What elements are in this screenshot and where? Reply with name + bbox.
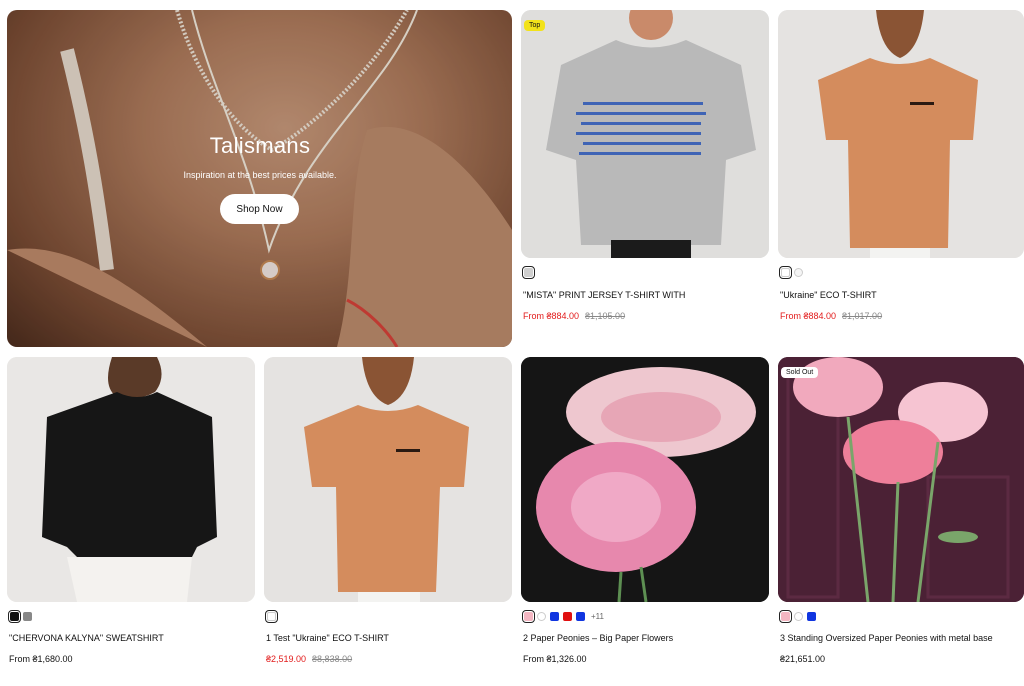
- product-photo: [521, 10, 769, 258]
- product-price: From ₴884.00 ₴1,105.00: [523, 311, 625, 321]
- product-title[interactable]: 3 Standing Oversized Paper Peonies with …: [780, 633, 993, 643]
- more-colors-count[interactable]: +11: [591, 612, 604, 621]
- color-swatches: [522, 266, 535, 279]
- sale-price: From ₴884.00: [780, 311, 837, 321]
- product-image[interactable]: [521, 357, 769, 602]
- hero-subtitle: Inspiration at the best prices available…: [183, 170, 337, 180]
- color-swatch[interactable]: [563, 612, 572, 621]
- old-price: ₴1,017.00: [842, 311, 883, 321]
- color-swatches: [779, 610, 816, 623]
- color-swatches: +11: [522, 610, 604, 623]
- product-price: From ₴1,680.00: [9, 654, 73, 664]
- product-image[interactable]: [7, 357, 255, 602]
- color-swatch[interactable]: [779, 610, 792, 623]
- product-photo: [778, 10, 1024, 258]
- color-swatch[interactable]: [522, 266, 535, 279]
- product-price: From ₴884.00 ₴1,017.00: [780, 311, 882, 321]
- price: From ₴1,680.00: [9, 654, 73, 664]
- color-swatches: [779, 266, 803, 279]
- product-image[interactable]: [264, 357, 512, 602]
- old-price: ₴8,838.00: [312, 654, 353, 664]
- color-swatch[interactable]: [522, 610, 535, 623]
- product-photo: [264, 357, 512, 602]
- color-swatch[interactable]: [23, 612, 32, 621]
- product-title[interactable]: "Ukraine" ECO T-SHIRT: [780, 290, 877, 300]
- product-title[interactable]: 2 Paper Peonies – Big Paper Flowers: [523, 633, 673, 643]
- product-image[interactable]: [778, 357, 1024, 602]
- price: ₴21,651.00: [780, 654, 826, 664]
- product-title[interactable]: "CHERVONA KALYNA" SWEATSHIRT: [9, 633, 164, 643]
- color-swatch[interactable]: [265, 610, 278, 623]
- color-swatch[interactable]: [779, 266, 792, 279]
- color-swatch[interactable]: [8, 610, 21, 623]
- product-image[interactable]: [778, 10, 1024, 258]
- product-price: ₴21,651.00: [780, 654, 825, 664]
- product-photo: [7, 357, 255, 602]
- color-swatches: [265, 610, 278, 623]
- color-swatch[interactable]: [550, 612, 559, 621]
- color-swatch[interactable]: [794, 612, 803, 621]
- product-title[interactable]: 1 Test "Ukraine" ECO T-SHIRT: [266, 633, 389, 643]
- sale-price: ₴2,519.00: [266, 654, 307, 664]
- price: From ₴1,326.00: [523, 654, 587, 664]
- sale-price: From ₴884.00: [523, 311, 580, 321]
- color-swatch[interactable]: [807, 612, 816, 621]
- old-price: ₴1,105.00: [585, 311, 626, 321]
- product-image[interactable]: [521, 10, 769, 258]
- product-price: From ₴1,326.00: [523, 654, 587, 664]
- product-photo: [521, 357, 769, 602]
- product-price: ₴2,519.00 ₴8,838.00: [266, 654, 352, 664]
- product-title[interactable]: "MISTA" PRINT JERSEY T-SHIRT WITH: [523, 290, 685, 300]
- hero-title: Talismans: [209, 133, 311, 158]
- color-swatch[interactable]: [794, 268, 803, 277]
- color-swatch[interactable]: [537, 612, 546, 621]
- product-photo: [778, 357, 1024, 602]
- shop-now-button[interactable]: Shop Now: [220, 194, 299, 224]
- top-badge: Top: [524, 20, 546, 31]
- sold-out-badge: Sold Out: [781, 367, 819, 378]
- color-swatch[interactable]: [576, 612, 585, 621]
- color-swatches: [8, 610, 32, 623]
